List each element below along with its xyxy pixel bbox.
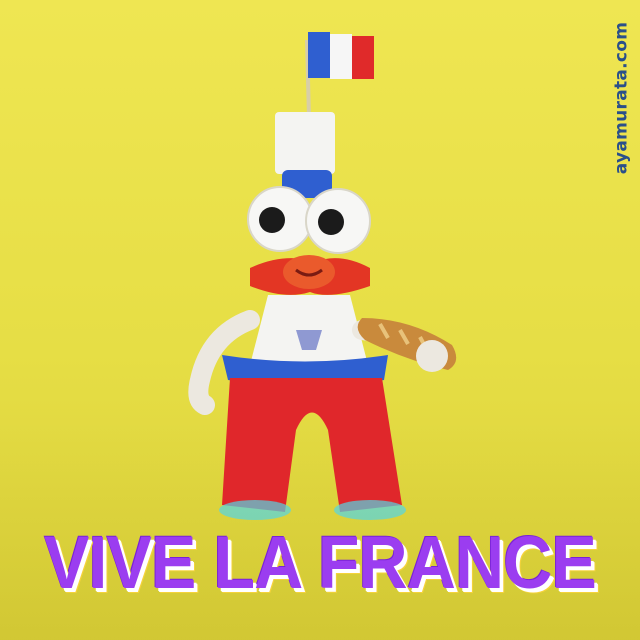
watermark: ayamurata.com xyxy=(608,10,634,185)
mouth xyxy=(283,255,335,289)
right-hand xyxy=(416,340,448,372)
white-hat-block xyxy=(275,112,335,174)
caption: VIVE LA FRANCE xyxy=(0,512,640,612)
watermark-text: ayamurata.com xyxy=(611,21,632,174)
red-pants xyxy=(222,378,402,512)
caption-text: VIVE LA FRANCE xyxy=(44,520,597,604)
french-flag xyxy=(305,32,374,119)
gif-scene: ayamurata.com VIVE LA FRANCE xyxy=(0,0,640,640)
